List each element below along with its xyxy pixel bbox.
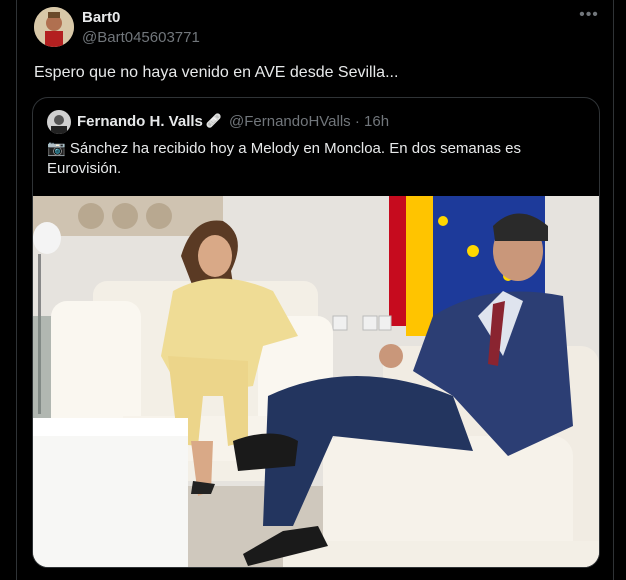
quote-handle-row: @FernandoHValls · 16h bbox=[229, 113, 389, 130]
separator-dot: · bbox=[354, 113, 360, 130]
quoted-tweet[interactable]: Fernando H. Valls 🩹 @FernandoHValls · 16… bbox=[32, 97, 600, 568]
quote-author-handle[interactable]: @FernandoHValls bbox=[229, 113, 351, 130]
author-name[interactable]: Bart0 bbox=[82, 9, 120, 26]
author-handle[interactable]: @Bart045603771 bbox=[82, 29, 200, 46]
quote-time[interactable]: 16h bbox=[364, 113, 389, 130]
camera-icon: 📷 bbox=[47, 140, 66, 157]
quote-photo[interactable] bbox=[33, 196, 599, 568]
tweet: Bart0 @Bart045603771 ••• Espero que no h… bbox=[16, 0, 614, 580]
quote-author-name[interactable]: Fernando H. Valls bbox=[77, 113, 203, 130]
quote-text-body: Sánchez ha recibido hoy a Melody en Monc… bbox=[47, 140, 521, 177]
quote-author-avatar[interactable] bbox=[47, 110, 71, 134]
more-icon[interactable]: ••• bbox=[577, 6, 601, 26]
bandage-icon: 🩹 bbox=[205, 113, 223, 128]
quote-text: 📷 Sánchez ha recibido hoy a Melody en Mo… bbox=[47, 139, 587, 179]
author-avatar[interactable] bbox=[34, 7, 74, 47]
tweet-text: Espero que no haya venido en AVE desde S… bbox=[34, 64, 399, 81]
